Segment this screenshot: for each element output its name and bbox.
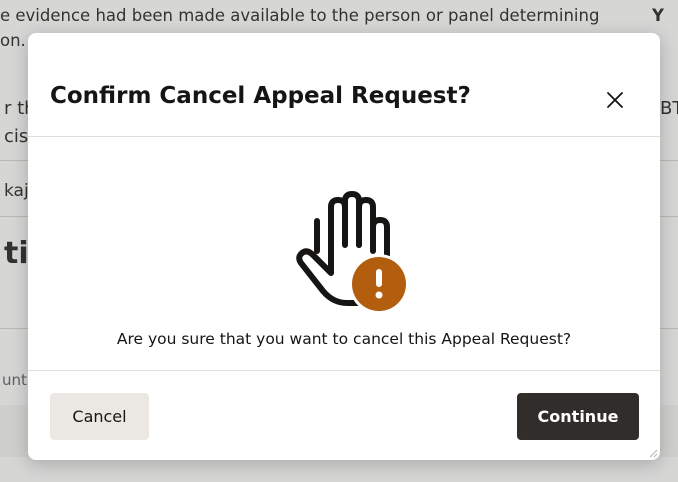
resize-grip-icon[interactable]: [648, 448, 658, 458]
confirm-message: Are you sure that you want to cancel thi…: [116, 330, 572, 348]
dialog-title: Confirm Cancel Appeal Request?: [50, 83, 471, 109]
dialog-footer: Cancel Continue: [28, 370, 660, 460]
close-icon: [607, 92, 623, 108]
cancel-button[interactable]: Cancel: [50, 393, 149, 440]
continue-button[interactable]: Continue: [517, 393, 639, 440]
close-button[interactable]: [600, 85, 630, 115]
stop-hand-warning-icon: [291, 187, 411, 317]
confirm-cancel-dialog: Confirm Cancel Appeal Request? Are you s…: [28, 33, 660, 460]
dialog-header: Confirm Cancel Appeal Request?: [28, 33, 660, 137]
dialog-body: Are you sure that you want to cancel thi…: [28, 137, 660, 370]
